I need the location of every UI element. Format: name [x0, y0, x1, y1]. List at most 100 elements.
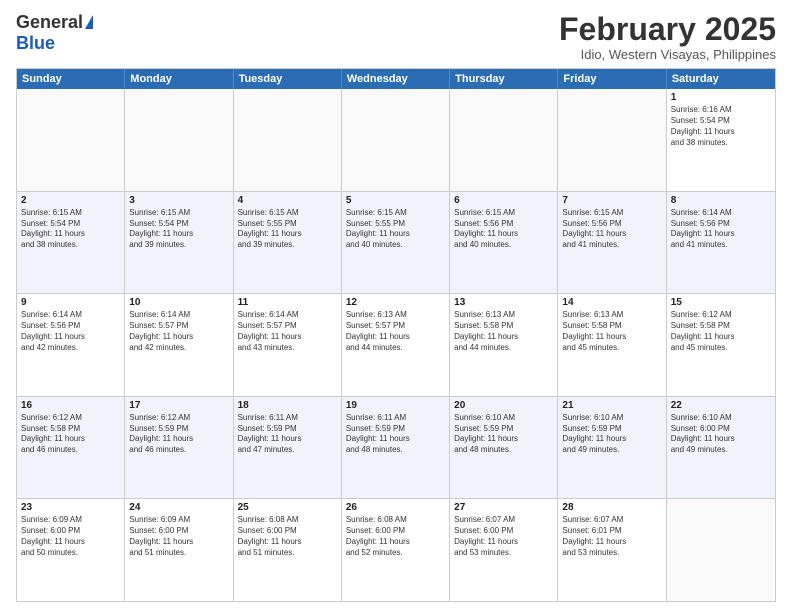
day-info: Sunrise: 6:13 AM Sunset: 5:57 PM Dayligh… — [346, 310, 445, 353]
calendar-cell: 5Sunrise: 6:15 AM Sunset: 5:55 PM Daylig… — [342, 192, 450, 294]
day-info: Sunrise: 6:14 AM Sunset: 5:56 PM Dayligh… — [671, 208, 771, 251]
day-number: 7 — [562, 195, 661, 206]
calendar-cell: 2 Sunrise: 6:15 AM Sunset: 5:54 PM Daylig… — [17, 192, 125, 294]
day-number: 25 — [238, 502, 337, 513]
day-info: Sunrise: 6:14 AM Sunset: 5:57 PM Dayligh… — [129, 310, 228, 353]
logo: General Blue — [16, 12, 93, 54]
calendar-body: 1 Sunrise: 6:16 AM Sunset: 5:54 PM Daylig… — [17, 89, 775, 601]
calendar-cell: 9Sunrise: 6:14 AM Sunset: 5:56 PM Daylig… — [17, 294, 125, 396]
calendar-header-cell: Saturday — [667, 69, 775, 89]
day-number: 10 — [129, 297, 228, 308]
day-number: 27 — [454, 502, 553, 513]
calendar-cell: 18Sunrise: 6:11 AM Sunset: 5:59 PM Dayli… — [234, 397, 342, 499]
calendar-cell: 20 Sunrise: 6:10 AM Sunset: 5:59 PM Dayli… — [450, 397, 558, 499]
day-info: Sunrise: 6:10 AM Sunset: 5:59 PM Dayligh… — [562, 413, 661, 456]
month-title: February 2025 — [559, 12, 776, 47]
day-number: 24 — [129, 502, 228, 513]
calendar-cell: 12 Sunrise: 6:13 AM Sunset: 5:57 PM Dayli… — [342, 294, 450, 396]
calendar-row: 16 Sunrise: 6:12 AM Sunset: 5:58 PM Dayli… — [17, 397, 775, 500]
day-info: Sunrise: 6:12 AM Sunset: 5:59 PM Dayligh… — [129, 413, 228, 456]
calendar-cell: 28 Sunrise: 6:07 AM Sunset: 6:01 PM Dayli… — [558, 499, 666, 601]
calendar-header: SundayMondayTuesdayWednesdayThursdayFrid… — [17, 69, 775, 89]
calendar-cell: 22 Sunrise: 6:10 AM Sunset: 6:00 PM Dayli… — [667, 397, 775, 499]
logo-blue: Blue — [16, 33, 55, 54]
day-number: 3 — [129, 195, 228, 206]
day-number: 1 — [671, 92, 771, 103]
day-number: 19 — [346, 400, 445, 411]
calendar-cell — [17, 89, 125, 191]
day-number: 2 — [21, 195, 120, 206]
day-info: Sunrise: 6:15 AM Sunset: 5:55 PM Dayligh… — [238, 208, 337, 251]
day-info: Sunrise: 6:07 AM Sunset: 6:01 PM Dayligh… — [562, 515, 661, 558]
day-info: Sunrise: 6:12 AM Sunset: 5:58 PM Dayligh… — [21, 413, 120, 456]
calendar-cell: 11 Sunrise: 6:14 AM Sunset: 5:57 PM Dayli… — [234, 294, 342, 396]
day-number: 15 — [671, 297, 771, 308]
calendar-row: 9Sunrise: 6:14 AM Sunset: 5:56 PM Daylig… — [17, 294, 775, 397]
calendar-cell: 8Sunrise: 6:14 AM Sunset: 5:56 PM Daylig… — [667, 192, 775, 294]
day-number: 28 — [562, 502, 661, 513]
day-info: Sunrise: 6:10 AM Sunset: 5:59 PM Dayligh… — [454, 413, 553, 456]
day-info: Sunrise: 6:15 AM Sunset: 5:55 PM Dayligh… — [346, 208, 445, 251]
day-info: Sunrise: 6:12 AM Sunset: 5:58 PM Dayligh… — [671, 310, 771, 353]
calendar-cell: 24 Sunrise: 6:09 AM Sunset: 6:00 PM Dayli… — [125, 499, 233, 601]
day-number: 16 — [21, 400, 120, 411]
day-info: Sunrise: 6:10 AM Sunset: 6:00 PM Dayligh… — [671, 413, 771, 456]
day-info: Sunrise: 6:15 AM Sunset: 5:54 PM Dayligh… — [21, 208, 120, 251]
day-number: 23 — [21, 502, 120, 513]
day-info: Sunrise: 6:07 AM Sunset: 6:00 PM Dayligh… — [454, 515, 553, 558]
calendar-header-cell: Friday — [558, 69, 666, 89]
calendar-cell — [558, 89, 666, 191]
day-info: Sunrise: 6:16 AM Sunset: 5:54 PM Dayligh… — [671, 105, 771, 148]
calendar-cell: 16 Sunrise: 6:12 AM Sunset: 5:58 PM Dayli… — [17, 397, 125, 499]
calendar-header-cell: Thursday — [450, 69, 558, 89]
calendar-cell — [450, 89, 558, 191]
calendar-cell: 6 Sunrise: 6:15 AM Sunset: 5:56 PM Daylig… — [450, 192, 558, 294]
calendar-cell: 19Sunrise: 6:11 AM Sunset: 5:59 PM Dayli… — [342, 397, 450, 499]
calendar-header-cell: Wednesday — [342, 69, 450, 89]
day-info: Sunrise: 6:08 AM Sunset: 6:00 PM Dayligh… — [346, 515, 445, 558]
calendar-cell: 15 Sunrise: 6:12 AM Sunset: 5:58 PM Dayli… — [667, 294, 775, 396]
day-number: 13 — [454, 297, 553, 308]
day-number: 22 — [671, 400, 771, 411]
day-number: 11 — [238, 297, 337, 308]
day-info: Sunrise: 6:13 AM Sunset: 5:58 PM Dayligh… — [562, 310, 661, 353]
calendar-header-cell: Sunday — [17, 69, 125, 89]
calendar-header-cell: Monday — [125, 69, 233, 89]
day-number: 21 — [562, 400, 661, 411]
calendar-cell — [667, 499, 775, 601]
day-number: 6 — [454, 195, 553, 206]
calendar-cell: 26 Sunrise: 6:08 AM Sunset: 6:00 PM Dayli… — [342, 499, 450, 601]
calendar-cell: 3 Sunrise: 6:15 AM Sunset: 5:54 PM Daylig… — [125, 192, 233, 294]
title-section: February 2025 Idio, Western Visayas, Phi… — [559, 12, 776, 62]
calendar-cell: 1 Sunrise: 6:16 AM Sunset: 5:54 PM Daylig… — [667, 89, 775, 191]
day-number: 26 — [346, 502, 445, 513]
calendar-header-cell: Tuesday — [234, 69, 342, 89]
day-number: 12 — [346, 297, 445, 308]
logo-general: General — [16, 12, 83, 33]
day-number: 9 — [21, 297, 120, 308]
day-info: Sunrise: 6:08 AM Sunset: 6:00 PM Dayligh… — [238, 515, 337, 558]
calendar-cell: 23 Sunrise: 6:09 AM Sunset: 6:00 PM Dayli… — [17, 499, 125, 601]
day-info: Sunrise: 6:13 AM Sunset: 5:58 PM Dayligh… — [454, 310, 553, 353]
calendar-cell — [125, 89, 233, 191]
calendar-cell: 17 Sunrise: 6:12 AM Sunset: 5:59 PM Dayli… — [125, 397, 233, 499]
calendar-cell: 10 Sunrise: 6:14 AM Sunset: 5:57 PM Dayli… — [125, 294, 233, 396]
calendar-cell: 27 Sunrise: 6:07 AM Sunset: 6:00 PM Dayli… — [450, 499, 558, 601]
calendar-row: 1 Sunrise: 6:16 AM Sunset: 5:54 PM Daylig… — [17, 89, 775, 192]
calendar-cell: 14Sunrise: 6:13 AM Sunset: 5:58 PM Dayli… — [558, 294, 666, 396]
day-info: Sunrise: 6:15 AM Sunset: 5:54 PM Dayligh… — [129, 208, 228, 251]
day-number: 20 — [454, 400, 553, 411]
day-info: Sunrise: 6:14 AM Sunset: 5:57 PM Dayligh… — [238, 310, 337, 353]
day-info: Sunrise: 6:09 AM Sunset: 6:00 PM Dayligh… — [21, 515, 120, 558]
calendar-row: 2 Sunrise: 6:15 AM Sunset: 5:54 PM Daylig… — [17, 192, 775, 295]
calendar-cell: 25 Sunrise: 6:08 AM Sunset: 6:00 PM Dayli… — [234, 499, 342, 601]
day-number: 17 — [129, 400, 228, 411]
calendar-row: 23 Sunrise: 6:09 AM Sunset: 6:00 PM Dayli… — [17, 499, 775, 601]
calendar-cell: 21 Sunrise: 6:10 AM Sunset: 5:59 PM Dayli… — [558, 397, 666, 499]
day-info: Sunrise: 6:15 AM Sunset: 5:56 PM Dayligh… — [454, 208, 553, 251]
header: General Blue February 2025 Idio, Western… — [16, 12, 776, 62]
day-info: Sunrise: 6:09 AM Sunset: 6:00 PM Dayligh… — [129, 515, 228, 558]
calendar-cell: 13 Sunrise: 6:13 AM Sunset: 5:58 PM Dayli… — [450, 294, 558, 396]
calendar-cell — [342, 89, 450, 191]
day-number: 4 — [238, 195, 337, 206]
